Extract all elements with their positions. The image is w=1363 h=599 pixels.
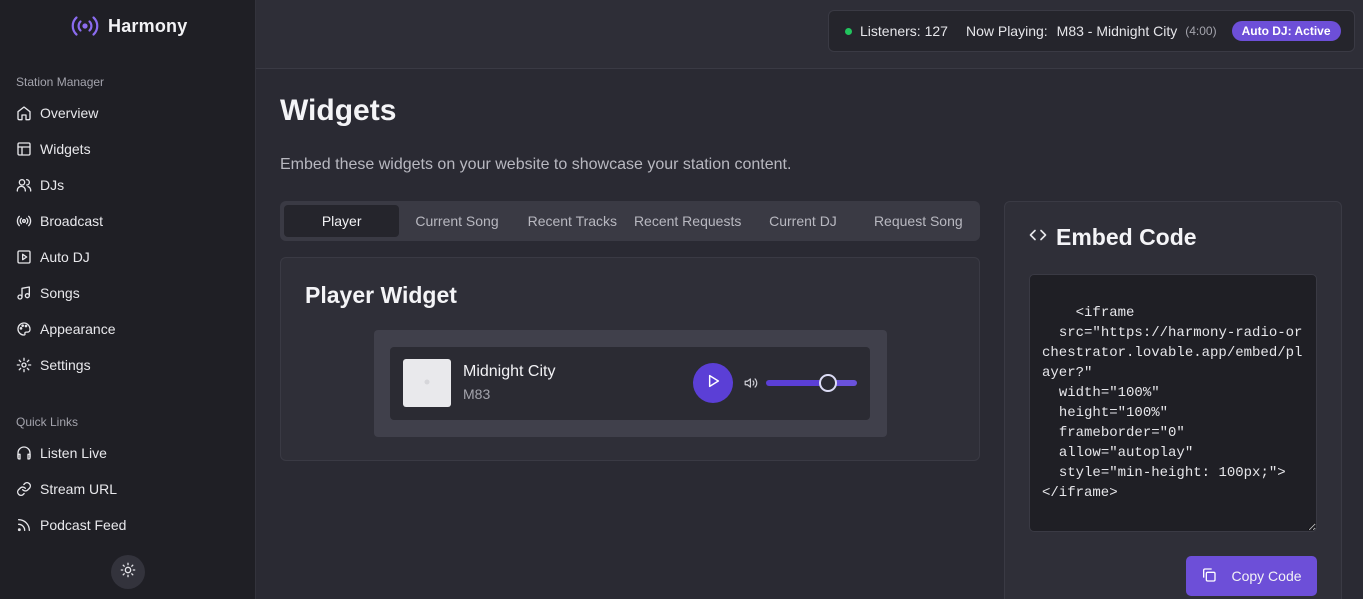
- gear-icon: [16, 357, 32, 373]
- top-bar: Listeners: 127 Now Playing: M83 - Midnig…: [256, 0, 1363, 69]
- copy-icon: [1201, 567, 1217, 586]
- play-square-icon: [16, 249, 32, 265]
- sidebar-item-stream-url[interactable]: Stream URL: [16, 478, 117, 500]
- section-label-quick-links: Quick Links: [16, 415, 79, 429]
- listeners-count: Listeners: 127: [860, 23, 948, 39]
- player-widget-card: Player Widget Midnight City M83: [280, 257, 980, 461]
- now-playing-label: Now Playing:: [965, 23, 1048, 39]
- play-button[interactable]: [693, 363, 733, 403]
- player-preview: Midnight City M83: [374, 330, 887, 437]
- tab-player[interactable]: Player: [284, 205, 400, 237]
- users-icon: [16, 177, 32, 193]
- sidebar-item-listen-live[interactable]: Listen Live: [16, 442, 107, 464]
- embed-code-header: Embed Code: [1029, 224, 1197, 251]
- copy-code-button[interactable]: Copy Code: [1186, 556, 1317, 596]
- sidebar-item-overview[interactable]: Overview: [16, 102, 98, 124]
- sidebar-item-songs[interactable]: Songs: [16, 282, 80, 304]
- sidebar-item-broadcast[interactable]: Broadcast: [16, 210, 103, 232]
- embed-code-title: Embed Code: [1056, 224, 1197, 250]
- brand[interactable]: Harmony: [70, 12, 187, 40]
- sidebar-item-appearance[interactable]: Appearance: [16, 318, 116, 340]
- broadcast-icon: [16, 213, 32, 229]
- sidebar-item-label: Stream URL: [40, 481, 118, 497]
- page-title: Widgets: [280, 94, 397, 127]
- sidebar-item-label: Auto DJ: [40, 249, 90, 265]
- embed-code-panel: Embed Code <iframe src="https://harmony-…: [1004, 201, 1342, 599]
- tab-request-song[interactable]: Request Song: [861, 205, 976, 237]
- sun-icon: [120, 562, 136, 583]
- widget-title: Player Widget: [305, 282, 457, 308]
- code-icon: [1029, 226, 1047, 249]
- volume-slider-thumb[interactable]: [818, 374, 837, 392]
- page-description: Embed these widgets on your website to s…: [280, 156, 792, 173]
- headphones-icon: [16, 445, 32, 461]
- player-track-artist: M83: [463, 386, 491, 402]
- section-label-station-manager: Station Manager: [16, 75, 105, 89]
- widget-tabs: Player Current Song Recent Tracks Recent…: [280, 201, 980, 241]
- copy-code-label: Copy Code: [1231, 568, 1302, 584]
- sidebar-item-label: Settings: [40, 357, 91, 373]
- sidebar: Harmony Station Manager Overview Widgets…: [0, 0, 256, 599]
- sidebar-item-djs[interactable]: DJs: [16, 174, 64, 196]
- auto-dj-status-badge: Auto DJ: Active: [1231, 21, 1341, 41]
- sidebar-item-widgets[interactable]: Widgets: [16, 138, 91, 160]
- station-status-bar: Listeners: 127 Now Playing: M83 - Midnig…: [828, 10, 1355, 52]
- sidebar-item-podcast-feed[interactable]: Podcast Feed: [16, 514, 126, 536]
- embed-code-textarea[interactable]: <iframe src="https://harmony-radio-orche…: [1029, 274, 1317, 532]
- link-icon: [16, 481, 32, 497]
- tab-current-song[interactable]: Current Song: [399, 205, 514, 237]
- tab-recent-requests[interactable]: Recent Requests: [630, 205, 745, 237]
- palette-icon: [16, 321, 32, 337]
- sidebar-item-auto-dj[interactable]: Auto DJ: [16, 246, 90, 268]
- sidebar-item-settings[interactable]: Settings: [16, 354, 91, 376]
- sidebar-item-label: Songs: [40, 285, 80, 301]
- tab-recent-tracks[interactable]: Recent Tracks: [515, 205, 630, 237]
- sidebar-item-label: Podcast Feed: [40, 517, 127, 533]
- sidebar-item-label: Broadcast: [40, 213, 104, 229]
- volume-icon[interactable]: [744, 376, 758, 390]
- music-placeholder-icon: [422, 374, 432, 392]
- sidebar-item-label: Widgets: [40, 141, 91, 157]
- layout-icon: [16, 141, 32, 157]
- player-widget: Midnight City M83: [390, 347, 870, 420]
- album-art: [403, 359, 451, 407]
- live-status-dot: [845, 27, 852, 35]
- now-playing-track: M83 - Midnight City: [1056, 23, 1178, 39]
- sidebar-item-label: Appearance: [40, 321, 116, 337]
- theme-toggle-button[interactable]: [111, 555, 145, 589]
- embed-code-text: <iframe src="https://harmony-radio-orche…: [1042, 305, 1303, 501]
- play-icon: [705, 373, 721, 394]
- home-icon: [16, 105, 32, 121]
- broadcast-logo-icon: [70, 12, 100, 40]
- now-playing-duration: (4:00): [1185, 24, 1217, 38]
- tab-current-dj[interactable]: Current DJ: [745, 205, 860, 237]
- sidebar-item-label: Listen Live: [40, 445, 107, 461]
- player-track-title: Midnight City: [463, 363, 556, 380]
- music-note-icon: [16, 285, 32, 301]
- sidebar-item-label: Overview: [40, 105, 99, 121]
- app-name: Harmony: [108, 15, 188, 36]
- resize-grip-icon[interactable]: [1305, 520, 1314, 529]
- volume-slider[interactable]: [766, 374, 857, 392]
- rss-icon: [16, 517, 32, 533]
- sidebar-item-label: DJs: [40, 177, 65, 193]
